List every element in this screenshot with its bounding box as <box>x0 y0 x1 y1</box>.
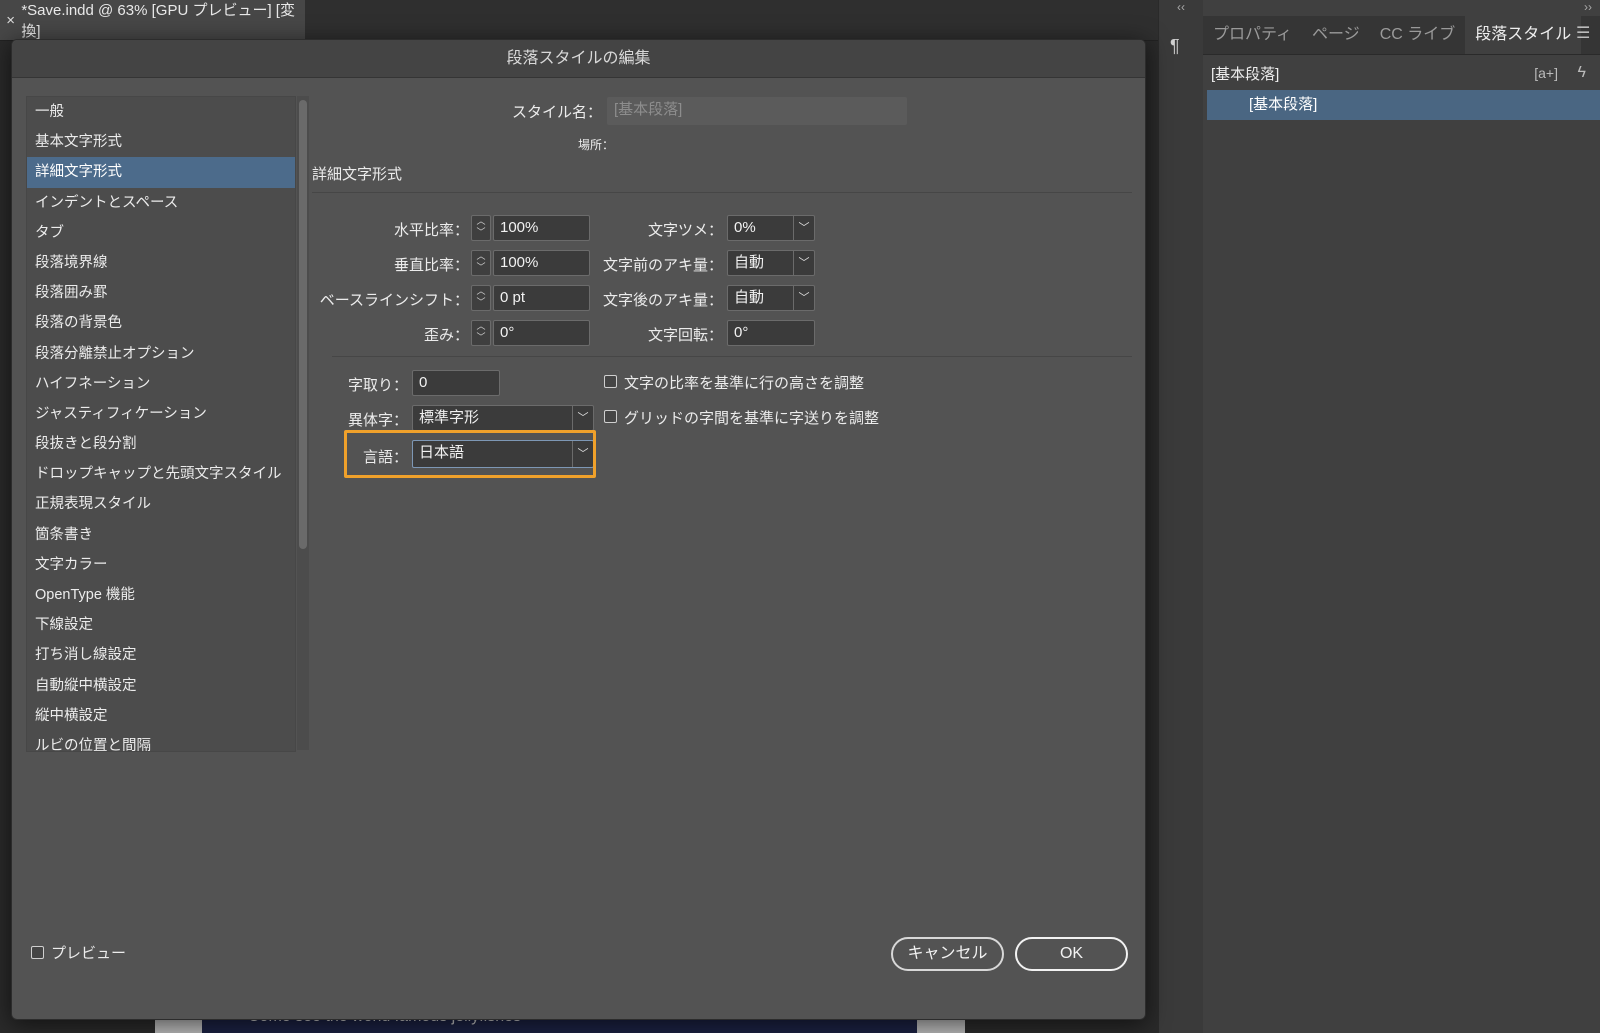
skew-input[interactable]: 0° <box>493 320 590 346</box>
tab-pages[interactable]: ページ <box>1302 16 1370 54</box>
category-item[interactable]: 段抜きと段分割 <box>27 429 295 459</box>
category-item[interactable]: 文字カラー <box>27 550 295 580</box>
chevron-down-icon[interactable]: ﹀ <box>793 286 814 310</box>
category-item[interactable]: 箇条書き <box>27 520 295 550</box>
tab-cc-libraries[interactable]: CC ライブ <box>1370 16 1466 54</box>
category-item[interactable]: 基本文字形式 <box>27 127 295 157</box>
preview-checkbox[interactable] <box>31 946 44 959</box>
location-label: 場所： <box>577 138 614 152</box>
variant-value: 標準字形 <box>419 409 480 426</box>
category-item[interactable]: 打ち消し線設定 <box>27 640 295 670</box>
scrollbar-thumb[interactable] <box>299 100 307 549</box>
tsume-value: 0% <box>734 219 756 236</box>
language-highlight-box <box>344 430 596 478</box>
divider <box>332 356 1132 357</box>
ok-button[interactable]: OK <box>1015 937 1128 971</box>
category-item[interactable]: 縦中横設定 <box>27 701 295 731</box>
category-item[interactable]: OpenType 機能 <box>27 580 295 610</box>
category-item[interactable]: 自動縦中横設定 <box>27 671 295 701</box>
chevron-down-icon[interactable]: ﹀ <box>793 251 814 275</box>
collapse-right-icon[interactable]: ›› <box>1584 0 1592 14</box>
panel-tabs: プロパティ ページ CC ライブ 段落スタイル <box>1203 16 1600 55</box>
horizontal-scale-stepper[interactable]: ︿ ﹀ <box>471 215 491 241</box>
mojidori-input[interactable]: 0 <box>412 370 500 396</box>
baseline-shift-stepper[interactable]: ︿ ﹀ <box>471 285 491 311</box>
paragraph-styles-panel: ›› プロパティ ページ CC ライブ 段落スタイル ☰ [基本段落] [a+]… <box>1203 0 1600 1033</box>
document-tab-title: *Save.indd @ 63% [GPU プレビュー] [変換] <box>21 2 295 40</box>
tab-paragraph-styles[interactable]: 段落スタイル <box>1465 16 1582 54</box>
category-item[interactable]: 一般 <box>27 97 295 127</box>
aki-before-select[interactable]: 自動 ﹀ <box>727 250 815 276</box>
new-style-icon[interactable]: [a+] <box>1534 65 1558 81</box>
category-item[interactable]: 詳細文字形式 <box>27 157 295 188</box>
grid-spacing-checkbox[interactable] <box>604 410 617 423</box>
aki-after-select[interactable]: 自動 ﹀ <box>727 285 815 311</box>
tsume-label: 文字ツメ： <box>647 222 723 239</box>
category-item[interactable]: 段落の背景色 <box>27 308 295 338</box>
category-scrollbar[interactable] <box>297 96 309 750</box>
skew-label: 歪み： <box>423 327 469 344</box>
section-title: 詳細文字形式 <box>312 166 403 183</box>
preview-label: プレビュー <box>51 945 127 962</box>
char-rotation-label: 文字回転： <box>647 327 723 344</box>
scale-line-height-checkbox[interactable] <box>604 375 617 388</box>
variant-label: 異体字： <box>347 412 408 429</box>
category-item[interactable]: タブ <box>27 218 295 248</box>
document-tab[interactable]: × *Save.indd @ 63% [GPU プレビュー] [変換] <box>0 0 305 40</box>
category-item[interactable]: 下線設定 <box>27 610 295 640</box>
char-rotation-input[interactable]: 0° <box>727 320 815 346</box>
vertical-scale-label: 垂直比率： <box>393 257 469 274</box>
style-list-item[interactable]: [基本段落] <box>1207 90 1600 120</box>
vertical-scale-stepper[interactable]: ︿ ﹀ <box>471 250 491 276</box>
category-item[interactable]: 段落分離禁止オプション <box>27 339 295 369</box>
cancel-button[interactable]: キャンセル <box>891 937 1004 971</box>
horizontal-scale-label: 水平比率： <box>393 222 469 239</box>
paragraph-styles-icon[interactable]: ¶ <box>1170 36 1192 60</box>
category-item[interactable]: ドロップキャップと先頭文字スタイル <box>27 459 295 489</box>
vertical-scale-input[interactable]: 100% <box>493 250 590 276</box>
skew-stepper[interactable]: ︿ ﹀ <box>471 320 491 346</box>
current-style-label: [基本段落] <box>1211 65 1280 83</box>
scale-line-height-label: 文字の比率を基準に行の高さを調整 <box>624 375 865 392</box>
aki-after-value: 自動 <box>734 289 765 306</box>
chevron-down-icon[interactable]: ﹀ <box>572 406 593 430</box>
divider <box>312 192 1132 193</box>
category-item[interactable]: ハイフネーション <box>27 369 295 399</box>
tab-properties[interactable]: プロパティ <box>1203 16 1302 54</box>
chevron-down-icon[interactable]: ﹀ <box>793 216 814 240</box>
category-item[interactable]: ジャスティフィケーション <box>27 399 295 429</box>
category-list: 一般 基本文字形式 詳細文字形式 インデントとスペース タブ 段落境界線 段落囲み罫 段落の背… <box>26 96 296 752</box>
category-item[interactable]: 段落囲み罫 <box>27 278 295 308</box>
panel-header: [基本段落] [a+] ϟ <box>1203 56 1600 90</box>
style-list-item-label: [基本段落] <box>1249 96 1318 113</box>
close-tab-icon[interactable]: × <box>0 12 21 29</box>
category-item[interactable]: ルビの位置と間隔 <box>27 731 295 751</box>
aki-after-label: 文字後のアキ量： <box>602 292 723 309</box>
category-item[interactable]: インデントとスペース <box>27 188 295 218</box>
category-item[interactable]: 段落境界線 <box>27 248 295 278</box>
style-name-label: スタイル名： <box>511 104 602 121</box>
document-tab-bar: × *Save.indd @ 63% [GPU プレビュー] [変換] <box>0 0 1158 41</box>
horizontal-scale-input[interactable]: 100% <box>493 215 590 241</box>
edit-paragraph-style-dialog: 段落スタイルの編集 一般 基本文字形式 詳細文字形式 インデントとスペース タブ 段落境界… <box>11 39 1146 1020</box>
panel-tool-strip: ‹‹ ¶ <box>1158 0 1204 1033</box>
aki-before-label: 文字前のアキ量： <box>602 257 723 274</box>
lightning-icon[interactable]: ϟ <box>1578 64 1586 82</box>
dialog-title: 段落スタイルの編集 <box>12 40 1145 78</box>
aki-before-value: 自動 <box>734 254 765 271</box>
panel-menu-icon[interactable]: ☰ <box>1576 26 1594 42</box>
collapse-left-icon[interactable]: ‹‹ <box>1159 0 1203 14</box>
grid-spacing-label: グリッドの字間を基準に字送りを調整 <box>624 410 880 427</box>
category-item[interactable]: 正規表現スタイル <box>27 489 295 519</box>
baseline-shift-label: ベースラインシフト： <box>319 292 469 309</box>
tsume-select[interactable]: 0% ﹀ <box>727 215 815 241</box>
mojidori-label: 字取り： <box>347 377 408 394</box>
variant-select[interactable]: 標準字形 ﹀ <box>412 405 594 431</box>
style-name-field[interactable]: [基本段落] <box>607 97 907 125</box>
baseline-shift-input[interactable]: 0 pt <box>493 285 590 311</box>
